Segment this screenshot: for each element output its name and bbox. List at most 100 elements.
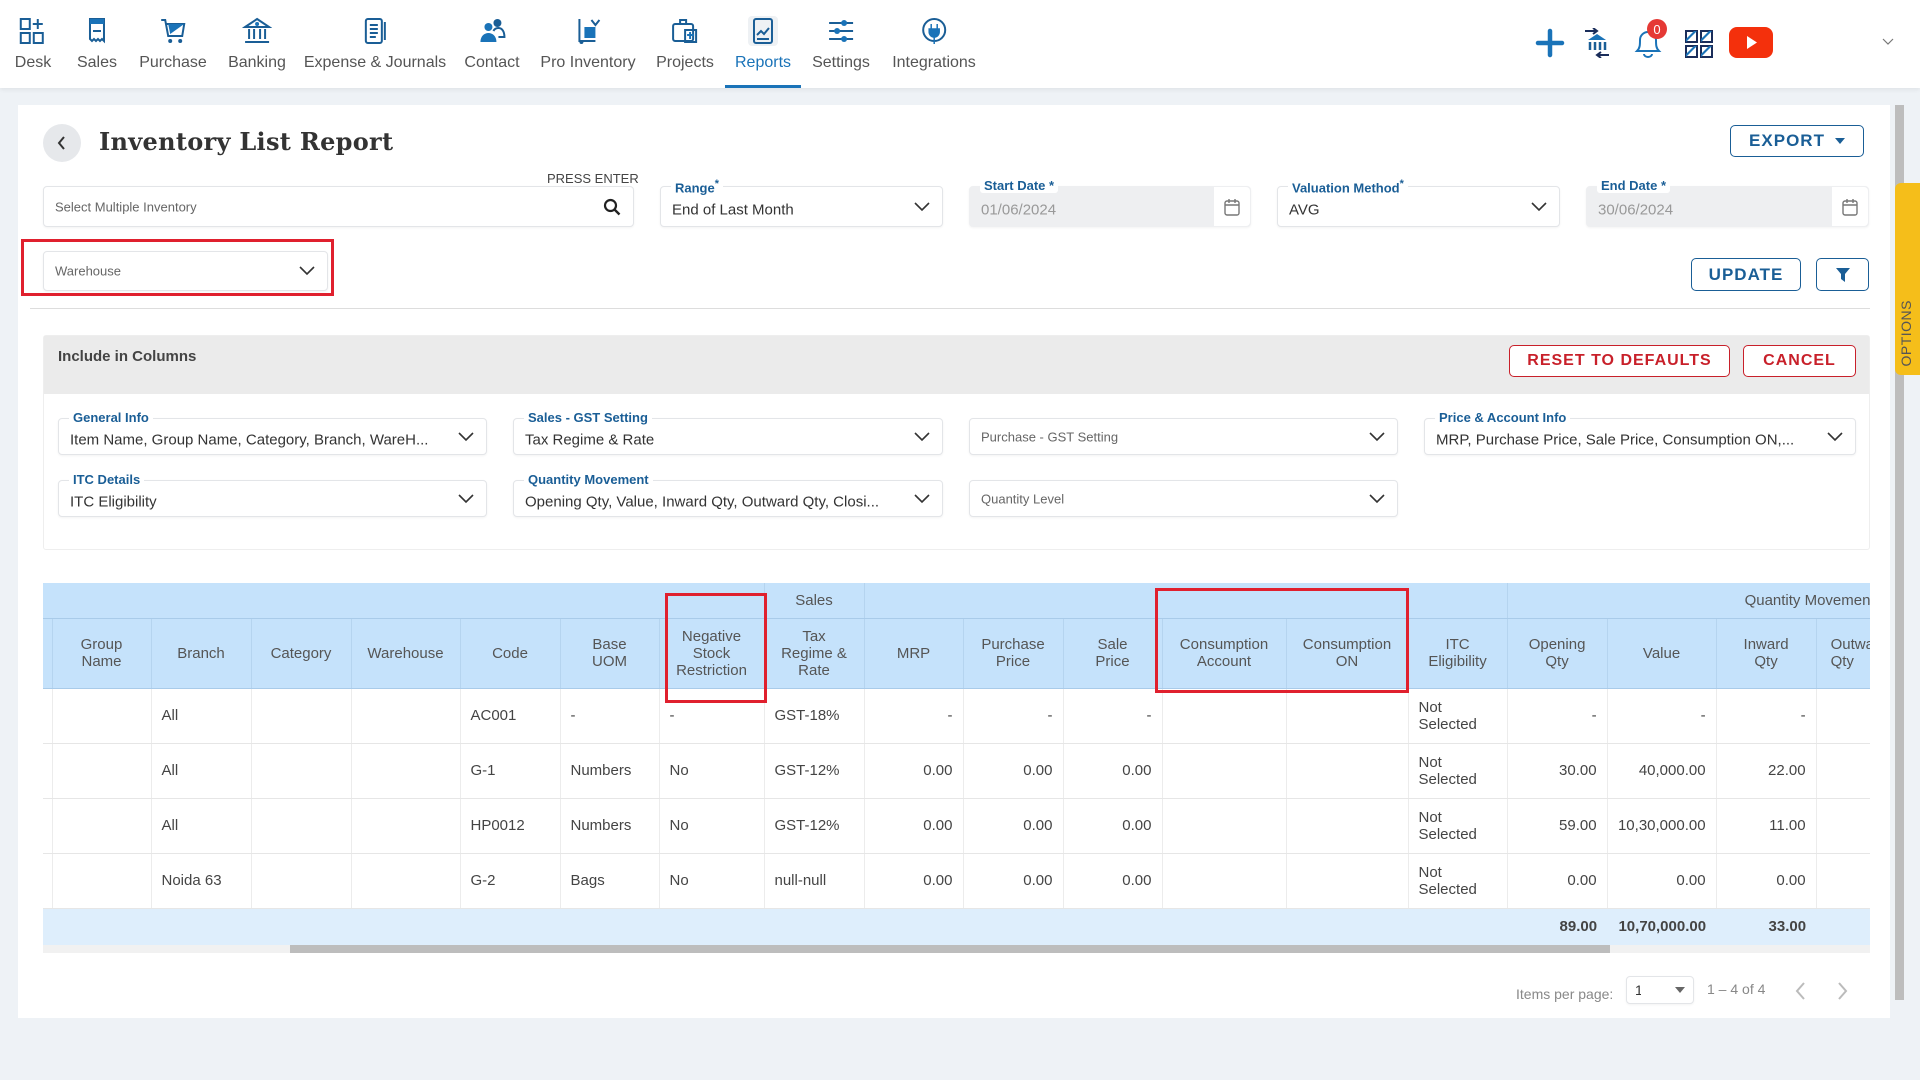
update-button[interactable]: UPDATE — [1691, 258, 1801, 291]
sales-gst-select[interactable]: Sales - GST Setting Tax Regime & Rate — [513, 410, 943, 455]
nav-item-integrations[interactable]: Integrations — [892, 0, 976, 88]
quantity-level-select[interactable]: Quantity Level — [969, 480, 1398, 517]
column-header[interactable]: Consumption Account — [1162, 618, 1287, 689]
start-date-input[interactable]: Start Date * 01/06/2024 — [969, 178, 1251, 227]
table-row[interactable]: All G-1 Numbers No GST-12% 0.00 0.00 0.00 Not Se… — [43, 743, 1870, 799]
table-row[interactable]: All HP0012 Numbers No GST-12% 0.00 0.00 0.00 Not… — [43, 798, 1870, 854]
nav-item-pro-inventory[interactable]: Pro Inventory — [540, 0, 636, 88]
warehouse-select[interactable]: Warehouse — [43, 251, 328, 291]
reset-to-defaults-button[interactable]: RESET TO DEFAULTS — [1509, 345, 1730, 377]
column-header[interactable]: Consumption ON — [1286, 618, 1409, 689]
table-cell — [1162, 688, 1287, 744]
back-button[interactable] — [43, 124, 81, 162]
column-header[interactable]: Sale Price — [1063, 618, 1163, 689]
search-icon[interactable] — [603, 198, 621, 216]
nav-item-contact[interactable]: Contact — [464, 0, 520, 88]
table-cell — [43, 688, 53, 744]
table-cell: G-1 — [460, 743, 561, 799]
youtube-icon[interactable] — [1729, 27, 1773, 58]
purchase-gst-select[interactable]: Purchase - GST Setting — [969, 418, 1398, 455]
nav-label: Settings — [812, 54, 870, 71]
nav-item-projects[interactable]: Projects — [656, 0, 714, 88]
table-cell: G-2 — [460, 853, 561, 909]
column-header[interactable]: Outward Qty — [1816, 618, 1870, 689]
table-cell: 0.00 — [1507, 853, 1608, 909]
account-chevron-down-icon[interactable] — [1882, 38, 1894, 46]
column-header[interactable]: ITC Eligibility — [1408, 618, 1508, 689]
nav-item-purchase[interactable]: Purchase — [139, 0, 207, 88]
nav-item-reports[interactable]: Reports — [724, 0, 802, 88]
add-plus-icon[interactable] — [1535, 28, 1565, 58]
nav-item-expense-journals[interactable]: Expense & Journals — [304, 0, 446, 88]
column-header[interactable]: Inward Qty — [1716, 618, 1817, 689]
inventory-report-table: Sales Quantity Movement Group Name Branch Ca… — [43, 583, 1870, 945]
nav-item-banking[interactable]: Banking — [228, 0, 286, 88]
quantity-movement-value: Opening Qty, Value, Inward Qty, Outward … — [525, 493, 880, 511]
calendar-icon[interactable] — [1214, 187, 1250, 226]
column-header[interactable]: Purchase Price — [963, 618, 1064, 689]
end-date-value: 30/06/2024 — [1598, 201, 1674, 219]
column-header[interactable]: Group Name — [52, 618, 152, 689]
end-date-input[interactable]: End Date * 30/06/2024 — [1586, 178, 1869, 227]
sales-gst-label: Sales - GST Setting — [524, 410, 652, 425]
nav-item-settings[interactable]: Settings — [812, 0, 870, 88]
inventory-search-input[interactable]: Select Multiple Inventory — [43, 186, 634, 227]
column-header[interactable]: Category — [251, 618, 352, 689]
table-cell — [52, 688, 152, 744]
projects-icon — [671, 19, 697, 43]
column-header[interactable]: Code — [460, 618, 561, 689]
table-cell: - — [1607, 688, 1717, 744]
next-page-button[interactable] — [1837, 982, 1849, 1000]
integrations-plug-icon — [921, 18, 946, 44]
column-header[interactable]: Branch — [151, 618, 252, 689]
nav-label: Reports — [734, 54, 792, 71]
chevron-left-icon — [57, 136, 65, 150]
range-select[interactable]: Range* End of Last Month — [660, 178, 943, 227]
chevron-down-icon — [1369, 493, 1385, 503]
table-cell — [1162, 743, 1287, 799]
previous-page-button[interactable] — [1794, 982, 1806, 1000]
reports-icon — [748, 16, 778, 46]
notifications-button[interactable]: 0 — [1632, 19, 1667, 59]
column-header[interactable]: Opening Qty — [1507, 618, 1608, 689]
table-cell: 0.00 — [963, 853, 1064, 909]
itc-details-label: ITC Details — [69, 472, 145, 487]
chevron-down-icon — [914, 493, 930, 503]
price-account-select[interactable]: Price & Account Info MRP, Purchase Price… — [1424, 410, 1856, 455]
table-row[interactable]: All AC001- - GST-18% - - - Not Selected - - - — [43, 688, 1870, 744]
valuation-method-select[interactable]: Valuation Method* AVG — [1277, 178, 1560, 227]
nav-label: Pro Inventory — [540, 54, 636, 71]
options-side-tab[interactable]: OPTIONS — [1895, 183, 1920, 375]
export-button[interactable]: EXPORT — [1730, 125, 1864, 157]
column-header[interactable]: Tax Regime & Rate — [764, 618, 865, 689]
horizontal-scrollbar[interactable] — [43, 945, 1870, 953]
general-info-select[interactable]: General Info Item Name, Group Name, Cate… — [58, 410, 487, 455]
horizontal-scroll-thumb[interactable] — [290, 945, 1610, 953]
column-header[interactable] — [43, 618, 53, 689]
quantity-movement-select[interactable]: Quantity Movement Opening Qty, Value, In… — [513, 472, 943, 517]
required-mark: * — [1660, 178, 1667, 193]
chevron-down-icon — [914, 201, 930, 211]
caret-down-icon — [1834, 138, 1845, 144]
nav-item-desk[interactable]: Desk — [15, 0, 51, 88]
column-header[interactable]: Negative Stock Restriction — [659, 618, 765, 689]
itc-details-select[interactable]: ITC Details ITC Eligibility — [58, 472, 487, 517]
contact-icon — [479, 19, 505, 42]
apps-grid-icon[interactable] — [1684, 29, 1714, 59]
column-header[interactable]: Value — [1607, 618, 1717, 689]
items-per-page-select[interactable]: 10 — [1626, 976, 1694, 1004]
column-header[interactable]: MRP — [864, 618, 964, 689]
table-row[interactable]: Noida 63 G-2 Bags No null-null 0.00 0.00 0.00 No… — [43, 853, 1870, 909]
start-date-value: 01/06/2024 — [981, 201, 1057, 219]
total-cell: 10,70,000.00 — [1607, 908, 1717, 945]
sales-icon — [89, 18, 105, 44]
filter-button[interactable] — [1816, 258, 1869, 291]
calendar-icon[interactable] — [1832, 187, 1868, 226]
cancel-button[interactable]: CANCEL — [1743, 345, 1856, 377]
column-header[interactable]: Base UOM — [560, 618, 660, 689]
nav-item-sales[interactable]: Sales — [77, 0, 117, 88]
table-cell: Numbers — [560, 798, 660, 854]
bank-transfer-icon[interactable] — [1582, 28, 1612, 58]
column-header[interactable]: Warehouse — [351, 618, 461, 689]
table-cell — [52, 743, 152, 799]
